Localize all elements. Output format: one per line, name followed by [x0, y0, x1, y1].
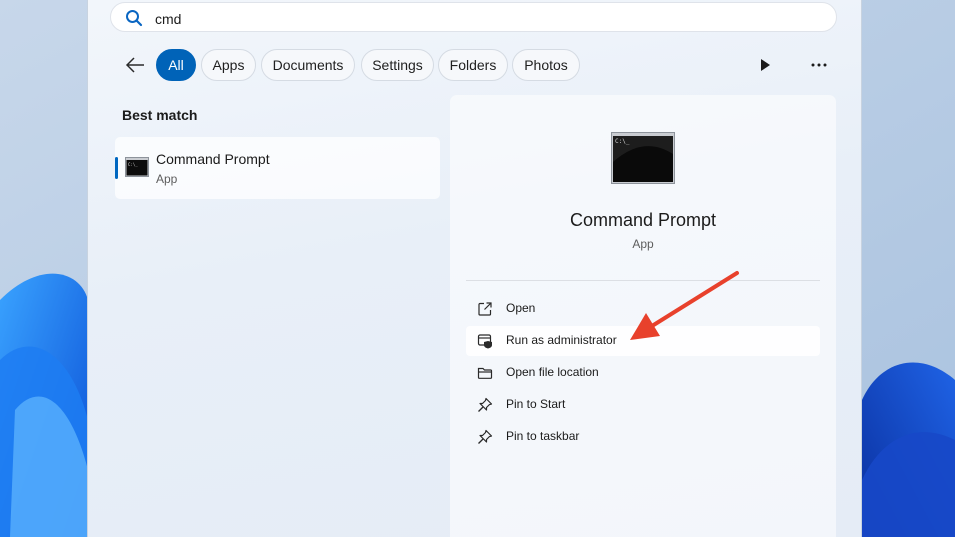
- filter-folders[interactable]: Folders: [438, 49, 508, 81]
- selection-indicator: [115, 157, 118, 179]
- details-type: App: [632, 237, 654, 251]
- filter-settings[interactable]: Settings: [361, 49, 434, 81]
- more-filters-button[interactable]: [753, 54, 777, 76]
- result-type: App: [156, 172, 178, 186]
- action-open-file-location[interactable]: Open file location: [466, 358, 820, 388]
- result-title: Command Prompt: [156, 151, 270, 167]
- details-pane: C:\_ Command Prompt App Open Run as admi…: [450, 95, 836, 537]
- play-icon: [761, 59, 770, 71]
- action-run-as-administrator[interactable]: Run as administrator: [466, 326, 820, 356]
- folder-icon: [477, 367, 493, 379]
- ellipsis-icon: [811, 63, 827, 67]
- action-label: Open file location: [506, 365, 599, 379]
- best-match-heading: Best match: [122, 107, 198, 123]
- action-open[interactable]: Open: [466, 294, 820, 324]
- action-label: Pin to Start: [506, 397, 566, 411]
- action-pin-to-start[interactable]: Pin to Start: [466, 390, 820, 420]
- divider: [466, 280, 820, 281]
- search-input[interactable]: [153, 7, 757, 31]
- filter-all[interactable]: All: [156, 49, 196, 81]
- svg-text:C:\_: C:\_: [615, 138, 630, 145]
- open-icon: [478, 302, 492, 316]
- shield-admin-icon: [477, 334, 492, 349]
- filter-photos[interactable]: Photos: [512, 49, 580, 81]
- search-icon: [126, 10, 143, 27]
- filter-documents[interactable]: Documents: [261, 49, 355, 81]
- back-button[interactable]: [122, 52, 148, 78]
- cmd-icon: C:\_: [125, 157, 149, 177]
- cmd-icon: C:\_: [611, 132, 675, 184]
- pin-icon: [478, 397, 493, 412]
- action-label: Open: [506, 301, 536, 315]
- result-command-prompt[interactable]: C:\_ Command Prompt App: [115, 137, 440, 199]
- action-pin-to-taskbar[interactable]: Pin to taskbar: [466, 422, 820, 452]
- more-options-button[interactable]: [806, 54, 832, 76]
- pin-icon: [478, 429, 493, 444]
- arrow-left-icon: [125, 57, 144, 73]
- details-title: Command Prompt: [569, 210, 717, 230]
- action-label: Pin to taskbar: [506, 429, 580, 443]
- svg-text:C:\_: C:\_: [128, 162, 138, 167]
- search-box[interactable]: [110, 2, 837, 32]
- action-label: Run as administrator: [506, 333, 617, 347]
- filter-apps[interactable]: Apps: [201, 49, 256, 81]
